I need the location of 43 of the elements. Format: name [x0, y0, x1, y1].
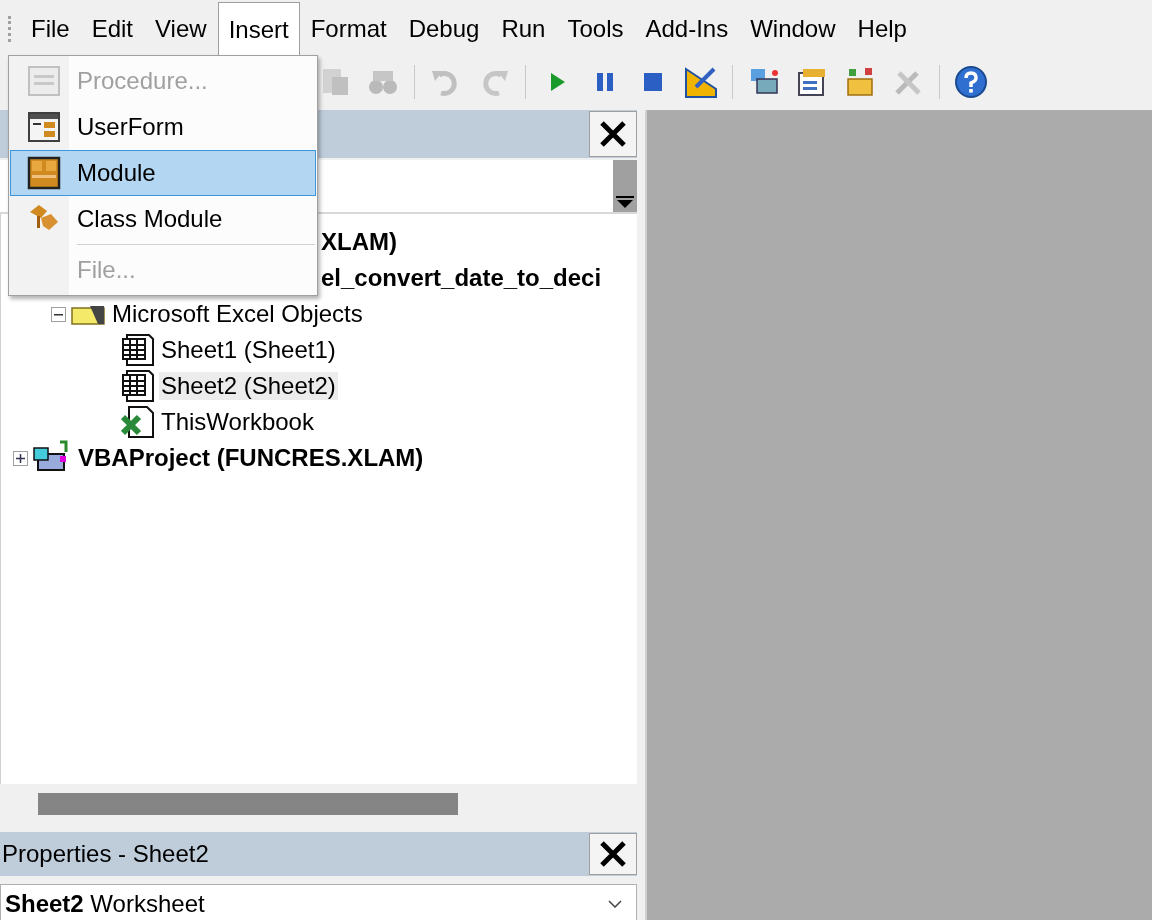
dropdown-button[interactable]	[613, 160, 637, 212]
menu-item[interactable]: Window	[739, 1, 847, 57]
close-icon	[598, 839, 628, 869]
plus-icon	[16, 453, 25, 463]
form-icon	[27, 110, 61, 144]
tree-item[interactable]: Sheet2 (Sheet2)	[159, 372, 338, 400]
close-button[interactable]	[589, 833, 637, 875]
chevron-icon	[608, 900, 622, 908]
menu-item[interactable]: Debug	[397, 1, 491, 57]
menu-item[interactable]: Insert	[217, 1, 300, 57]
tree-item[interactable]: ThisWorkbook	[159, 408, 316, 436]
help-icon[interactable]	[954, 65, 988, 99]
object-name: Sheet2 Worksheet	[5, 890, 205, 918]
menu-item[interactable]: Tools	[556, 1, 635, 57]
menu-item[interactable]: Format	[299, 1, 398, 57]
menu-item[interactable]: Add-Ins	[634, 1, 740, 57]
tree-item[interactable]: VBAProject (FUNCRES.XLAM)	[76, 444, 426, 472]
menu-option[interactable]: UserForm	[10, 104, 316, 150]
menu-item[interactable]: View	[144, 1, 218, 57]
pane-title: Properties - Sheet2	[1, 840, 209, 868]
tree-item[interactable]: XLAM)	[319, 228, 399, 256]
menu-item[interactable]: Help	[846, 1, 918, 57]
menu-item[interactable]: Run	[490, 1, 557, 57]
menu-item[interactable]: Edit	[80, 1, 145, 57]
tree-item[interactable]: Sheet1 (Sheet1)	[159, 336, 338, 364]
worksheet-icon	[121, 333, 155, 367]
form-icon	[27, 64, 61, 98]
close-button[interactable]	[589, 111, 637, 157]
collapse-toggle[interactable]	[51, 306, 66, 322]
menu-item[interactable]: File	[20, 1, 81, 57]
workbook-icon	[121, 405, 155, 439]
expand-toggle[interactable]	[13, 450, 28, 466]
tree-item[interactable]: el_convert_date_to_deci	[319, 264, 604, 292]
worksheet-icon	[121, 369, 155, 403]
ruler-pencil-icon[interactable]	[684, 65, 718, 99]
scrollbar-thumb[interactable]	[38, 793, 458, 815]
menu-option[interactable]: Module	[10, 150, 316, 196]
tree-item[interactable]: Microsoft Excel Objects	[110, 300, 365, 328]
close-icon	[598, 119, 628, 149]
object-dropdown[interactable]: Sheet2 Worksheet	[0, 884, 637, 920]
dropdown-arrow-icon	[616, 196, 634, 208]
module-icon	[27, 156, 61, 190]
menu-option[interactable]: Class Module	[10, 196, 316, 242]
